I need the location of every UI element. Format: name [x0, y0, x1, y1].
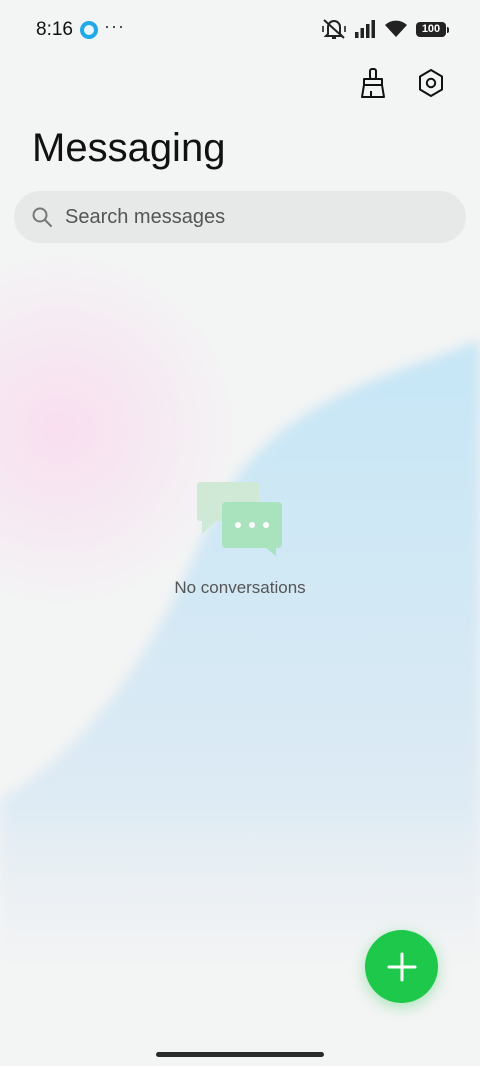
new-conversation-button[interactable]	[365, 930, 438, 1003]
vibrate-mute-icon	[322, 19, 346, 39]
settings-icon	[419, 69, 443, 97]
notification-app-icon	[80, 21, 98, 39]
plus-icon	[387, 952, 416, 981]
gesture-navigation-bar[interactable]	[156, 1052, 324, 1057]
settings-button[interactable]	[412, 64, 450, 102]
empty-conversations-illustration	[196, 480, 286, 560]
empty-state-text: No conversations	[174, 578, 306, 597]
chat-bubbles-icon	[197, 482, 282, 556]
signal-icon	[355, 20, 375, 38]
page-title: Messaging	[32, 126, 226, 170]
top-actions	[354, 64, 450, 102]
battery-icon: 100	[416, 21, 449, 37]
search-bar[interactable]	[14, 190, 466, 244]
status-bar: 8:16 ··· 100	[0, 0, 480, 60]
status-time: 8:16	[36, 19, 73, 40]
search-input[interactable]	[63, 190, 466, 244]
search-icon	[31, 206, 53, 228]
wifi-icon	[385, 20, 407, 37]
clean-icon	[361, 68, 385, 98]
status-icons: 100	[322, 18, 449, 40]
clean-button[interactable]	[354, 64, 392, 102]
more-notifications-icon: ···	[104, 16, 125, 36]
battery-level: 100	[421, 23, 441, 35]
